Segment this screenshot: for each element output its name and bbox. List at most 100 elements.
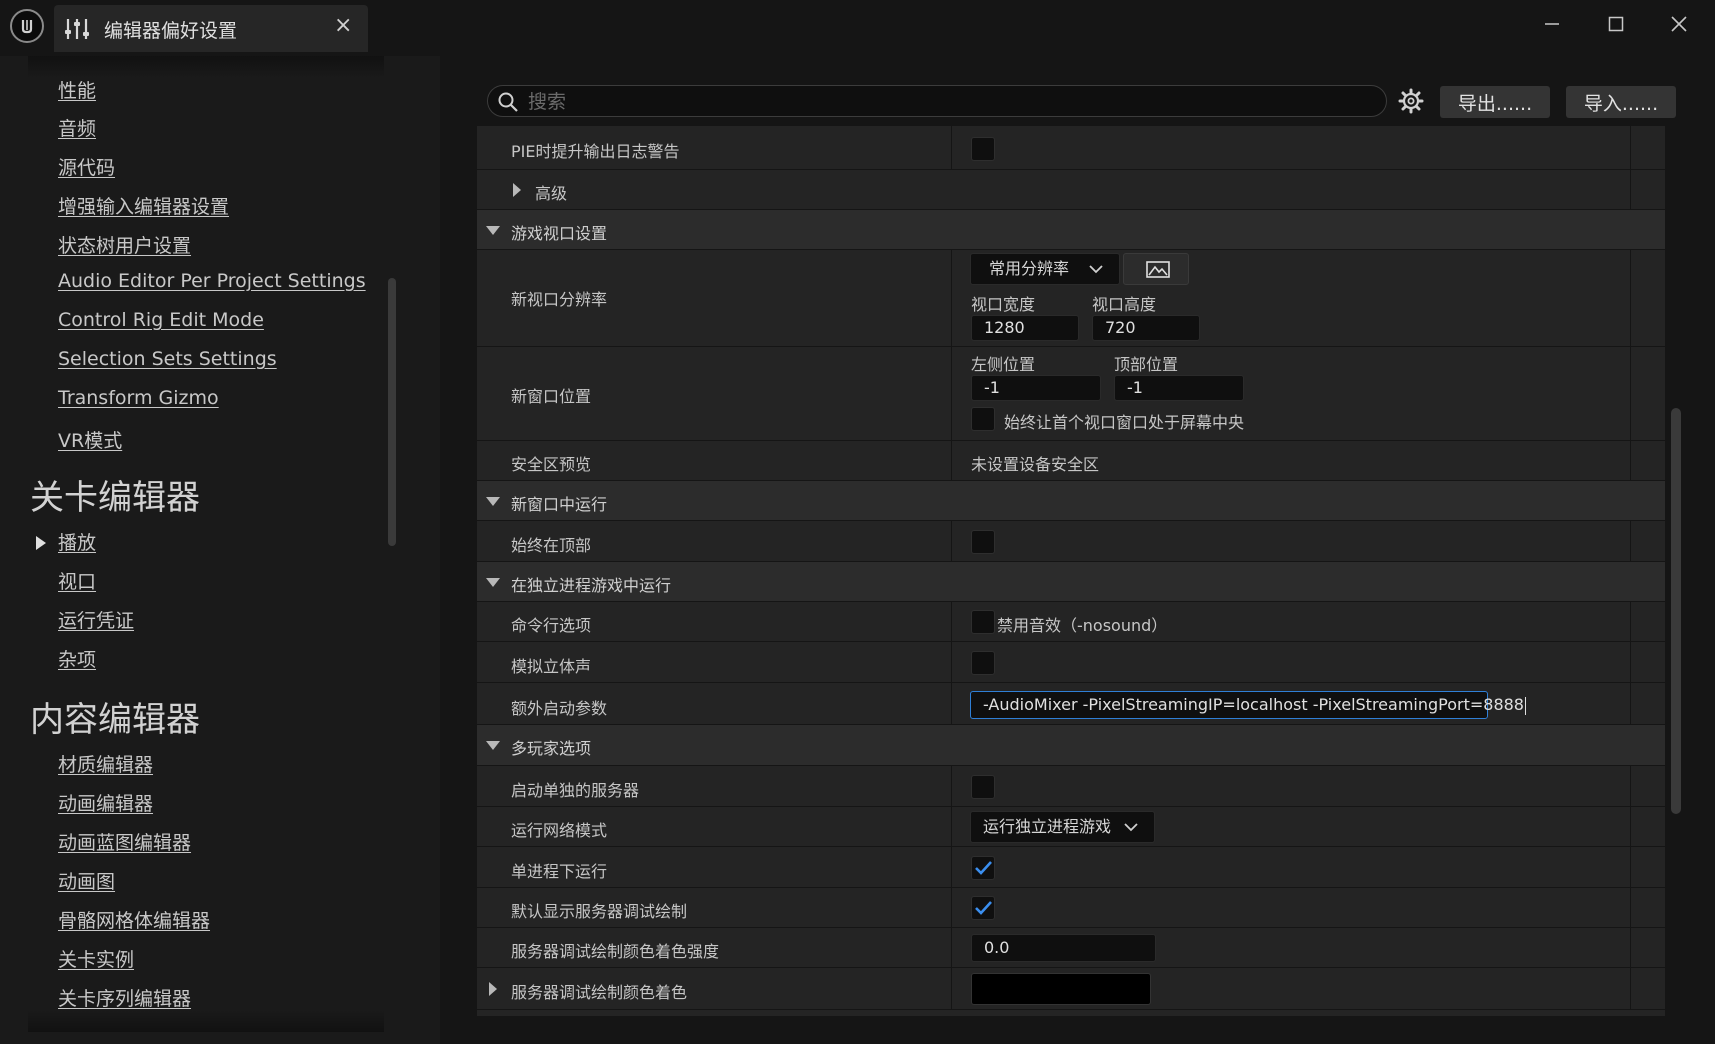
expand-arrow-icon[interactable] xyxy=(36,536,46,550)
sidebar-item-state-tree[interactable]: 状态树用户设置 xyxy=(58,231,191,258)
center-window-checkbox[interactable] xyxy=(971,407,995,431)
checkmark-icon xyxy=(975,861,992,875)
section-multiplayer[interactable]: 多玩家选项 xyxy=(477,725,1665,766)
property-label: 启动单独的服务器 xyxy=(511,781,640,800)
advanced-row[interactable]: 高级 xyxy=(477,170,1665,210)
server-debug-checkbox[interactable] xyxy=(971,896,995,920)
collapse-arrow-icon[interactable] xyxy=(486,497,500,506)
collapse-arrow-icon[interactable] xyxy=(486,741,500,750)
section-title: 多玩家选项 xyxy=(511,739,592,758)
pie-log-warning-checkbox[interactable] xyxy=(971,137,995,161)
collapse-arrow-icon[interactable] xyxy=(486,578,500,587)
sidebar-item-level-sequence-editor[interactable]: 关卡序列编辑器 xyxy=(58,984,191,1011)
property-row: PIE时提升输出日志警告 xyxy=(477,126,1665,170)
panel-scrollbar[interactable] xyxy=(1671,408,1681,814)
viewport-width-input[interactable]: 1280 xyxy=(971,315,1079,341)
image-icon xyxy=(1146,261,1170,278)
aspect-ratio-button[interactable] xyxy=(1123,253,1189,285)
section-game-viewport[interactable]: 游戏视口设置 xyxy=(477,210,1665,250)
sidebar-bottom-fade xyxy=(28,1010,384,1032)
section-new-window[interactable]: 新窗口中运行 xyxy=(477,481,1665,521)
column-divider xyxy=(1630,250,1631,346)
disable-sound-label: 禁用音效（-nosound） xyxy=(997,616,1168,635)
search-box[interactable] xyxy=(487,85,1387,117)
sidebar-item-material-editor[interactable]: 材质编辑器 xyxy=(58,750,153,777)
sidebar-item-anim-blueprint-editor[interactable]: 动画蓝图编辑器 xyxy=(58,828,191,855)
dropdown-value: 运行独立进程游戏 xyxy=(983,817,1112,836)
one-process-checkbox[interactable] xyxy=(971,856,995,880)
top-position-input[interactable]: -1 xyxy=(1114,375,1244,401)
section-standalone[interactable]: 在独立进程游戏中运行 xyxy=(477,562,1665,602)
property-panel: PIE时提升输出日志警告 高级 游戏视口设置 新视口分辨率 常用分辨率 视口宽度… xyxy=(477,126,1665,1016)
sidebar-item-transform-gizmo[interactable]: Transform Gizmo xyxy=(58,387,219,409)
export-button[interactable]: 导出...... xyxy=(1440,86,1550,118)
column-divider[interactable] xyxy=(951,888,952,927)
column-divider[interactable] xyxy=(951,968,952,1009)
sidebar-item-viewport[interactable]: 视口 xyxy=(58,567,96,594)
sidebar-scrollbar[interactable] xyxy=(388,278,396,546)
close-icon[interactable] xyxy=(1657,6,1701,42)
column-divider[interactable] xyxy=(951,521,952,561)
sidebar-item-skeletal-mesh-editor[interactable]: 骨骼网格体编辑器 xyxy=(58,906,210,933)
sidebar-item-animation-editor[interactable]: 动画编辑器 xyxy=(58,789,153,816)
settings-sidebar: 性能 音频 源代码 增强输入编辑器设置 状态树用户设置 Audio Editor… xyxy=(0,56,440,1044)
property-label: 模拟立体声 xyxy=(511,657,592,676)
column-divider[interactable] xyxy=(951,683,952,724)
property-row: 服务器调试绘制颜色着色 xyxy=(477,968,1665,1010)
sidebar-item-audio[interactable]: 音频 xyxy=(58,114,96,141)
column-divider[interactable] xyxy=(951,250,952,346)
always-on-top-checkbox[interactable] xyxy=(971,530,995,554)
disable-sound-checkbox[interactable] xyxy=(971,610,995,634)
extra-launch-params-input[interactable]: -AudioMixer -PixelStreamingIP=localhost … xyxy=(970,691,1526,719)
column-divider[interactable] xyxy=(951,441,952,480)
sidebar-item-credentials[interactable]: 运行凭证 xyxy=(58,606,134,633)
column-divider xyxy=(1630,807,1631,846)
left-position-label: 左侧位置 xyxy=(971,355,1036,374)
column-divider[interactable] xyxy=(951,126,952,169)
unreal-logo-icon[interactable] xyxy=(10,9,44,43)
emulate-stereo-checkbox[interactable] xyxy=(971,651,995,675)
sidebar-item-control-rig[interactable]: Control Rig Edit Mode xyxy=(58,309,264,331)
column-divider[interactable] xyxy=(951,847,952,887)
collapse-arrow-icon[interactable] xyxy=(486,226,500,235)
tab-close-button[interactable]: × xyxy=(334,13,352,38)
common-resolution-dropdown[interactable]: 常用分辨率 xyxy=(970,253,1120,285)
column-divider[interactable] xyxy=(951,928,952,967)
property-label: 单进程下运行 xyxy=(511,862,608,881)
minimize-icon[interactable] xyxy=(1530,6,1574,42)
property-row: 模拟立体声 xyxy=(477,642,1665,683)
text-cursor xyxy=(1524,696,1526,715)
column-divider[interactable] xyxy=(951,347,952,440)
launch-server-checkbox[interactable] xyxy=(971,775,995,799)
sidebar-item-anim-graph[interactable]: 动画图 xyxy=(58,867,115,894)
property-row: 启动单独的服务器 xyxy=(477,766,1665,807)
sidebar-item-source-code[interactable]: 源代码 xyxy=(58,153,115,180)
search-icon xyxy=(498,92,518,116)
column-divider[interactable] xyxy=(951,766,952,806)
left-position-input[interactable]: -1 xyxy=(971,375,1101,401)
sidebar-item-level-instance[interactable]: 关卡实例 xyxy=(58,945,134,972)
sidebar-item-play[interactable]: 播放 xyxy=(58,528,96,555)
column-divider[interactable] xyxy=(951,807,952,846)
net-mode-dropdown[interactable]: 运行独立进程游戏 xyxy=(970,811,1155,843)
sidebar-item-selection-sets[interactable]: Selection Sets Settings xyxy=(58,348,277,370)
sidebar-item-enhanced-input[interactable]: 增强输入编辑器设置 xyxy=(58,192,229,219)
sidebar-item-audio-editor[interactable]: Audio Editor Per Project Settings xyxy=(58,270,366,292)
maximize-icon[interactable] xyxy=(1594,6,1638,42)
property-row: 服务器调试绘制颜色着色强度 0.0 xyxy=(477,928,1665,968)
sidebar-item-misc[interactable]: 杂项 xyxy=(58,645,96,672)
search-input[interactable] xyxy=(526,88,1370,116)
gear-icon[interactable] xyxy=(1398,88,1424,118)
tint-strength-input[interactable]: 0.0 xyxy=(971,934,1156,962)
column-divider[interactable] xyxy=(951,602,952,641)
import-button[interactable]: 导入...... xyxy=(1566,86,1676,118)
sidebar-item-vr-mode[interactable]: VR模式 xyxy=(58,426,122,453)
tint-color-swatch[interactable] xyxy=(971,973,1151,1005)
sidebar-item-performance[interactable]: 性能 xyxy=(58,76,96,103)
expand-arrow-icon[interactable] xyxy=(489,982,497,996)
expand-arrow-icon[interactable] xyxy=(513,183,521,197)
editor-preferences-tab[interactable]: 编辑器偏好设置 × xyxy=(54,5,368,52)
viewport-height-input[interactable]: 720 xyxy=(1092,315,1200,341)
property-label: 服务器调试绘制颜色着色强度 xyxy=(511,942,720,961)
column-divider[interactable] xyxy=(951,642,952,682)
